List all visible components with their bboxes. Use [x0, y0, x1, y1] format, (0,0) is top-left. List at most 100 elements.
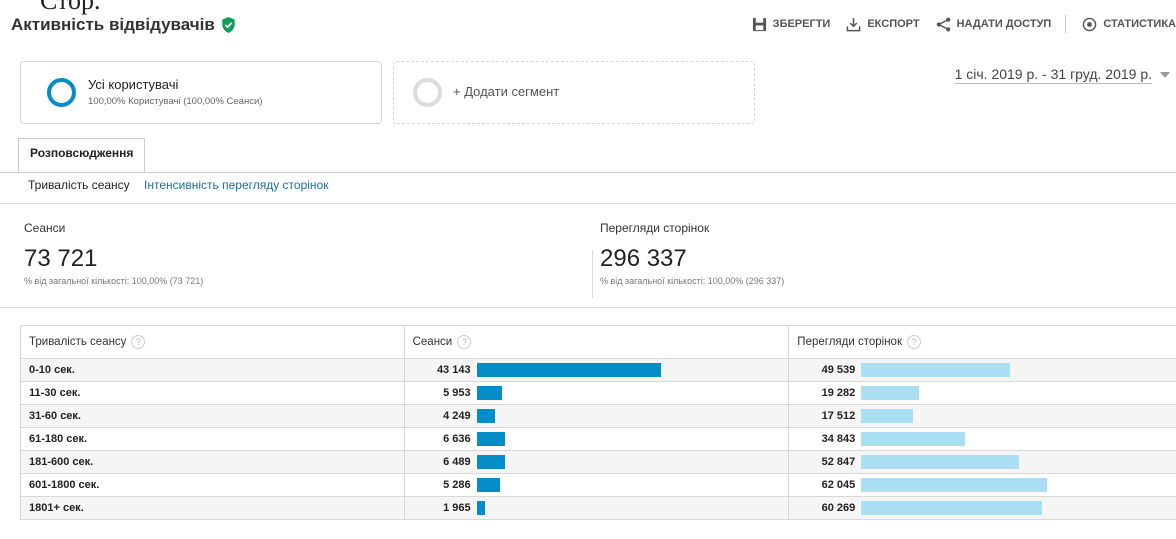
metric-sessions: Сеанси 73 721 % від загальної кількості:… — [24, 221, 203, 286]
report-toolbar: ЗБЕРЕГТИ ЕКСПОРТ НАДАТИ ДОСТУП СТАТИСТИК… — [736, 15, 1176, 33]
pageviews-bar — [861, 432, 966, 446]
duration-cell: 31-60 сек. — [20, 404, 405, 428]
add-segment-label: + Додати сегмент — [453, 84, 560, 99]
table-row: 181-600 сек. 6 489 52 847 — [20, 450, 1176, 474]
sessions-cell: 6 636 — [403, 427, 790, 451]
page-title: Активність відвідувачів — [11, 15, 236, 35]
pageviews-cell: 60 269 — [788, 496, 1176, 520]
sessions-cell: 4 249 — [403, 404, 790, 428]
help-circle-icon[interactable]: ? — [131, 335, 146, 349]
metric-sessions-value: 73 721 — [24, 245, 98, 272]
pageviews-value: 34 843 — [821, 433, 856, 445]
sessions-bar — [476, 409, 495, 423]
duration-cell: 1801+ сек. — [20, 496, 405, 520]
pageviews-cell: 34 843 — [788, 427, 1176, 451]
share-nodes-icon — [936, 17, 950, 31]
pageviews-bar — [861, 386, 920, 400]
sessions-bar — [476, 501, 485, 515]
insights-button[interactable]: СТАТИСТИКА — [1082, 17, 1176, 32]
date-range-text: 1 січ. 2019 р. - 31 груд. 2019 р. — [954, 66, 1152, 84]
duration-cell: 61-180 сек. — [20, 427, 405, 451]
pageviews-bar — [861, 409, 914, 423]
pageviews-value: 60 269 — [821, 502, 856, 514]
tab-baseline — [0, 172, 1176, 173]
sessions-value: 5 286 — [443, 479, 471, 491]
page-title-text: Активність відвідувачів — [11, 15, 215, 34]
insights-label: СТАТИСТИКА — [1103, 18, 1176, 30]
metric-pageviews: Перегляди сторінок 296 337 % від загальн… — [600, 221, 784, 286]
sessions-cell: 5 286 — [403, 473, 790, 497]
table-row: 31-60 сек. 4 249 17 512 — [20, 404, 1176, 428]
segment-subtitle: 100,00% Користувачі (100,00% Сеанси) — [88, 96, 263, 107]
sessions-cell: 43 143 — [403, 358, 790, 382]
col-header-sessions[interactable]: Сеанси? — [403, 325, 790, 359]
help-circle-icon[interactable]: ? — [906, 335, 921, 349]
toolbar-divider — [1065, 15, 1067, 33]
metric-pageviews-value: 296 337 — [600, 245, 687, 272]
segment-name: Усі користувачі — [88, 77, 179, 92]
metric-sessions-share: % від загальної кількості: 100,00% (73 7… — [24, 276, 204, 286]
metrics-divider — [592, 250, 593, 298]
pageviews-value: 49 539 — [821, 364, 856, 376]
tab-distribution[interactable]: Розповсюдження — [18, 138, 146, 172]
metric-sessions-label: Сеанси — [24, 221, 66, 235]
pageviews-cell: 17 512 — [788, 404, 1176, 428]
col-header-duration-label: Тривалість сеансу — [29, 336, 127, 349]
sessions-value: 43 143 — [436, 364, 471, 376]
insights-icon — [1083, 17, 1097, 31]
pageviews-cell: 62 045 — [788, 473, 1176, 497]
save-button[interactable]: ЗБЕРЕГТИ — [752, 17, 831, 32]
pageviews-cell: 49 539 — [788, 358, 1176, 382]
pageviews-bar — [861, 363, 1011, 377]
help-circle-icon[interactable]: ? — [457, 335, 472, 349]
report-header: Активність відвідувачів ЗБЕРЕГТИ ЕКСПОРТ — [0, 0, 1176, 46]
sessions-value: 6 489 — [443, 456, 471, 468]
metric-pageviews-label: Перегляди сторінок — [600, 221, 710, 235]
table-row: 11-30 сек. 5 953 19 282 — [20, 381, 1176, 405]
shield-check-icon — [222, 17, 235, 33]
sessions-cell: 1 965 — [403, 496, 790, 520]
share-button[interactable]: НАДАТИ ДОСТУП — [936, 17, 1052, 32]
sessions-bar — [476, 386, 502, 400]
duration-cell: 0-10 сек. — [20, 358, 405, 382]
subnav-session-duration[interactable]: Тривалість сеансу — [28, 178, 130, 192]
distribution-subnav: Тривалість сеансу Інтенсивність перегляд… — [28, 178, 329, 192]
share-label: НАДАТИ ДОСТУП — [956, 18, 1052, 30]
floppy-disk-icon — [752, 17, 766, 31]
segment-circle-icon — [47, 78, 76, 107]
pageviews-value: 52 847 — [821, 456, 856, 468]
pageviews-value: 19 282 — [821, 387, 856, 399]
pageviews-cell: 19 282 — [788, 381, 1176, 405]
export-button[interactable]: ЕКСПОРТ — [846, 17, 920, 32]
pageviews-cell: 52 847 — [788, 450, 1176, 474]
segment-all-users[interactable]: Усі користувачі 100,00% Користувачі (100… — [20, 61, 382, 124]
table-row: 601-1800 сек. 5 286 62 045 — [20, 473, 1176, 497]
download-tray-icon — [847, 17, 861, 31]
save-label: ЗБЕРЕГТИ — [772, 18, 831, 30]
duration-cell: 11-30 сек. — [20, 381, 405, 405]
pageviews-bar — [861, 478, 1048, 492]
col-header-pageviews[interactable]: Перегляди сторінок? — [788, 325, 1176, 359]
col-header-sessions-label: Сеанси — [412, 336, 453, 349]
sessions-cell: 6 489 — [403, 450, 790, 474]
pageviews-bar — [861, 455, 1020, 469]
col-header-duration[interactable]: Тривалість сеансу? — [20, 325, 405, 359]
subnav-page-depth[interactable]: Інтенсивність перегляду сторінок — [144, 178, 328, 192]
pageviews-bar — [861, 501, 1043, 515]
pageviews-value: 17 512 — [821, 410, 856, 422]
session-duration-table: Тривалість сеансу? Сеанси? Перегляди сто… — [20, 325, 1176, 520]
table-top-divider — [0, 307, 1176, 308]
sessions-bar — [476, 478, 500, 492]
caret-down-icon — [1160, 72, 1170, 78]
sessions-bar — [476, 363, 661, 377]
duration-cell: 601-1800 сек. — [20, 473, 405, 497]
add-segment-button[interactable]: + Додати сегмент — [393, 61, 755, 124]
sessions-value: 4 249 — [443, 410, 471, 422]
pageviews-value: 62 045 — [821, 479, 856, 491]
table-row: 0-10 сек. 43 143 49 539 — [20, 358, 1176, 382]
sessions-cell: 5 953 — [403, 381, 790, 405]
sessions-value: 1 965 — [443, 502, 471, 514]
table-row: 61-180 сек. 6 636 34 843 — [20, 427, 1176, 451]
date-range-picker[interactable]: 1 січ. 2019 р. - 31 груд. 2019 р. — [954, 66, 1170, 84]
sessions-bar — [476, 432, 505, 446]
